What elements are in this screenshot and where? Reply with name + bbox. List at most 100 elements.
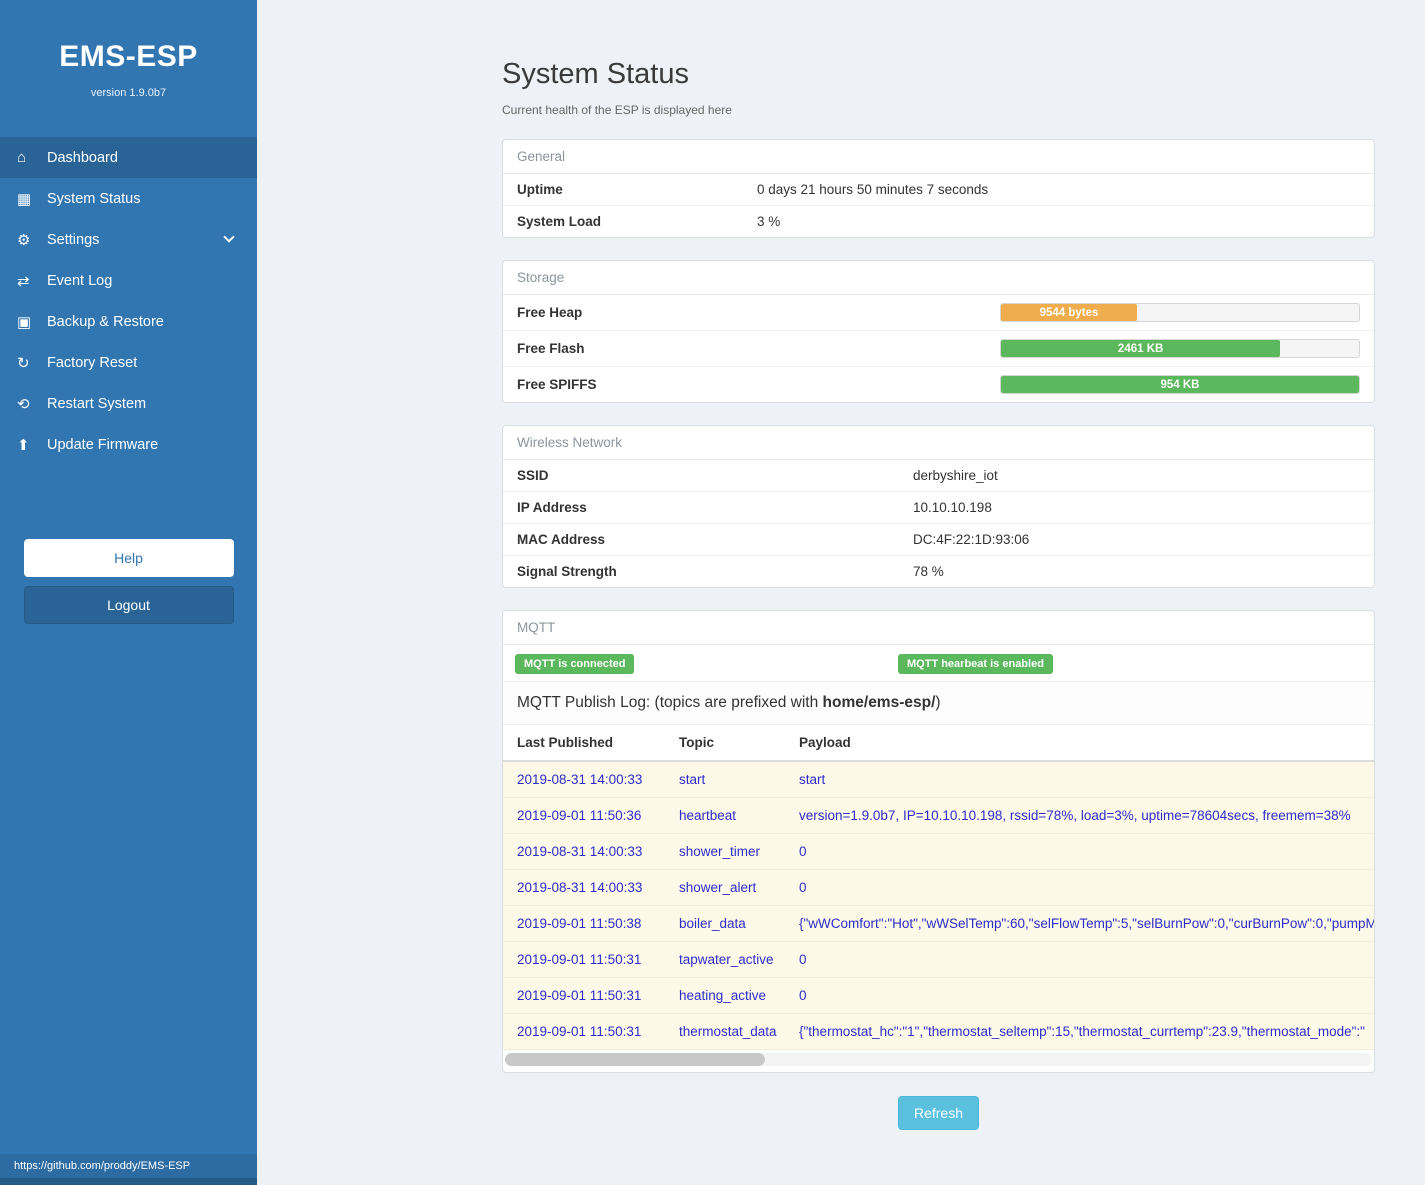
sidebar-item-label: Settings <box>47 232 99 248</box>
published-cell: 2019-09-01 11:50:31 <box>503 942 671 978</box>
scrollbar-thumb[interactable] <box>505 1053 765 1066</box>
app-version: version 1.9.0b7 <box>0 87 257 99</box>
payload-cell: start <box>791 761 1374 798</box>
topic-cell: shower_timer <box>671 834 791 870</box>
row-label: Free Flash <box>517 341 585 356</box>
panel-wireless: Wireless Network SSIDderbyshire_iotIP Ad… <box>502 425 1375 588</box>
github-link[interactable]: https://github.com/proddy/EMS-ESP <box>14 1160 190 1172</box>
floppy-disk-icon: ▣ <box>17 313 47 331</box>
payload-cell: 0 <box>791 942 1374 978</box>
sidebar-item-event-log[interactable]: ⇄Event Log <box>0 260 257 301</box>
panel-general: General Uptime0 days 21 hours 50 minutes… <box>502 139 1375 238</box>
mqtt-log-body: 2019-08-31 14:00:33startstart2019-09-01 … <box>503 761 1374 1050</box>
page-subtitle: Current health of the ESP is displayed h… <box>502 103 1375 117</box>
sidebar-item-label: Update Firmware <box>47 437 158 453</box>
sidebar-item-factory-reset[interactable]: ↻Factory Reset <box>0 342 257 383</box>
exchange-arrows-icon: ⇄ <box>17 272 47 290</box>
table-row: 2019-08-31 14:00:33shower_alert0 <box>503 870 1374 906</box>
status-row: Free Heap 9544 bytes <box>503 295 1374 331</box>
payload-cell: {"wWComfort":"Hot","wWSelTemp":60,"selFl… <box>791 906 1374 942</box>
sidebar-item-label: Restart System <box>47 396 146 412</box>
sidebar-item-backup-restore[interactable]: ▣Backup & Restore <box>0 301 257 342</box>
payload-cell: {"thermostat_hc":"1","thermostat_seltemp… <box>791 1014 1374 1050</box>
progress-bar-track: 954 KB <box>1000 375 1360 394</box>
column-header: Last Published <box>503 725 671 761</box>
mqtt-log-label: MQTT Publish Log: (topics are prefixed w… <box>503 682 1374 725</box>
progress-bar-track: 2461 KB <box>1000 339 1360 358</box>
gear-icon: ⚙ <box>17 231 47 249</box>
status-row: Uptime0 days 21 hours 50 minutes 7 secon… <box>503 174 1374 206</box>
mqtt-log-table: Last PublishedTopicPayload 2019-08-31 14… <box>503 725 1374 1050</box>
payload-cell: 0 <box>791 870 1374 906</box>
row-label: SSID <box>517 468 913 483</box>
panel-general-title: General <box>503 140 1374 174</box>
topic-cell: boiler_data <box>671 906 791 942</box>
row-label: Uptime <box>517 182 757 197</box>
progress-bar-fill: 2461 KB <box>1001 340 1280 357</box>
row-label: System Load <box>517 214 757 229</box>
help-button[interactable]: Help <box>24 539 234 577</box>
status-row: Signal Strength78 % <box>503 556 1374 587</box>
panel-general-rows: Uptime0 days 21 hours 50 minutes 7 secon… <box>503 174 1374 237</box>
status-row: MAC AddressDC:4F:22:1D:93:06 <box>503 524 1374 556</box>
status-row: IP Address10.10.10.198 <box>503 492 1374 524</box>
table-row: 2019-09-01 11:50:38boiler_data{"wWComfor… <box>503 906 1374 942</box>
status-badge: MQTT is connected <box>515 654 634 674</box>
panel-mqtt-title: MQTT <box>503 611 1374 645</box>
published-cell: 2019-08-31 14:00:33 <box>503 761 671 798</box>
sidebar-item-settings[interactable]: ⚙Settings <box>0 219 257 260</box>
sidebar-item-label: Event Log <box>47 273 112 289</box>
sidebar-item-label: Factory Reset <box>47 355 137 371</box>
published-cell: 2019-09-01 11:50:36 <box>503 798 671 834</box>
sidebar-item-system-status[interactable]: ▦System Status <box>0 178 257 219</box>
table-header-row: Last PublishedTopicPayload <box>503 725 1374 761</box>
panel-storage: Storage Free Heap9544 bytesFree Flash246… <box>502 260 1375 403</box>
refresh-button[interactable]: Refresh <box>898 1096 979 1130</box>
topic-cell: tapwater_active <box>671 942 791 978</box>
payload-cell: version=1.9.0b7, IP=10.10.10.198, rssid=… <box>791 798 1374 834</box>
sidebar-footer: https://github.com/proddy/EMS-ESP <box>0 1154 257 1178</box>
published-cell: 2019-08-31 14:00:33 <box>503 834 671 870</box>
row-value: 78 % <box>913 564 944 579</box>
mqtt-badges: MQTT is connectedMQTT hearbeat is enable… <box>503 645 1374 682</box>
horizontal-scrollbar[interactable] <box>505 1053 1372 1066</box>
published-cell: 2019-09-01 11:50:31 <box>503 1014 671 1050</box>
sidebar-item-restart-system[interactable]: ⟲Restart System <box>0 383 257 424</box>
table-row: 2019-09-01 11:50:31thermostat_data{"ther… <box>503 1014 1374 1050</box>
progress-bar-track: 9544 bytes <box>1000 303 1360 322</box>
chevron-down-icon <box>223 231 234 242</box>
payload-cell: 0 <box>791 978 1374 1014</box>
sidebar-menu: ⌂Dashboard▦System Status⚙Settings⇄Event … <box>0 137 257 465</box>
status-row: SSIDderbyshire_iot <box>503 460 1374 492</box>
row-label: Free SPIFFS <box>517 377 597 392</box>
sidebar-item-update-firmware[interactable]: ⬆Update Firmware <box>0 424 257 465</box>
panel-wireless-rows: SSIDderbyshire_iotIP Address10.10.10.198… <box>503 460 1374 587</box>
sidebar-item-dashboard[interactable]: ⌂Dashboard <box>0 137 257 178</box>
mqtt-topic-prefix: home/ems-esp/ <box>823 694 936 711</box>
status-row: System Load3 % <box>503 206 1374 237</box>
home-icon: ⌂ <box>17 149 47 166</box>
row-label: Free Heap <box>517 305 582 320</box>
main-content: System Status Current health of the ESP … <box>257 0 1425 1185</box>
row-value: 10.10.10.198 <box>913 500 992 515</box>
status-row: Free SPIFFS 954 KB <box>503 367 1374 402</box>
status-row: Free Flash 2461 KB <box>503 331 1374 367</box>
table-row: 2019-09-01 11:50:36heartbeatversion=1.9.… <box>503 798 1374 834</box>
progress-bar-fill: 9544 bytes <box>1001 304 1137 321</box>
sidebar-item-label: System Status <box>47 191 140 207</box>
row-label: Signal Strength <box>517 564 913 579</box>
table-row: 2019-08-31 14:00:33shower_timer0 <box>503 834 1374 870</box>
progress-bar-fill: 954 KB <box>1001 376 1359 393</box>
sidebar-item-label: Backup & Restore <box>47 314 164 330</box>
upload-icon: ⬆ <box>17 436 47 454</box>
row-label: MAC Address <box>517 532 913 547</box>
row-value: derbyshire_iot <box>913 468 998 483</box>
panel-mqtt: MQTT MQTT is connectedMQTT hearbeat is e… <box>502 610 1375 1073</box>
sidebar-item-label: Dashboard <box>47 150 118 166</box>
published-cell: 2019-09-01 11:50:38 <box>503 906 671 942</box>
redo-arrow-icon: ↻ <box>17 354 47 372</box>
column-header: Topic <box>671 725 791 761</box>
logout-button[interactable]: Logout <box>24 586 234 624</box>
published-cell: 2019-09-01 11:50:31 <box>503 978 671 1014</box>
table-row: 2019-09-01 11:50:31tapwater_active0 <box>503 942 1374 978</box>
